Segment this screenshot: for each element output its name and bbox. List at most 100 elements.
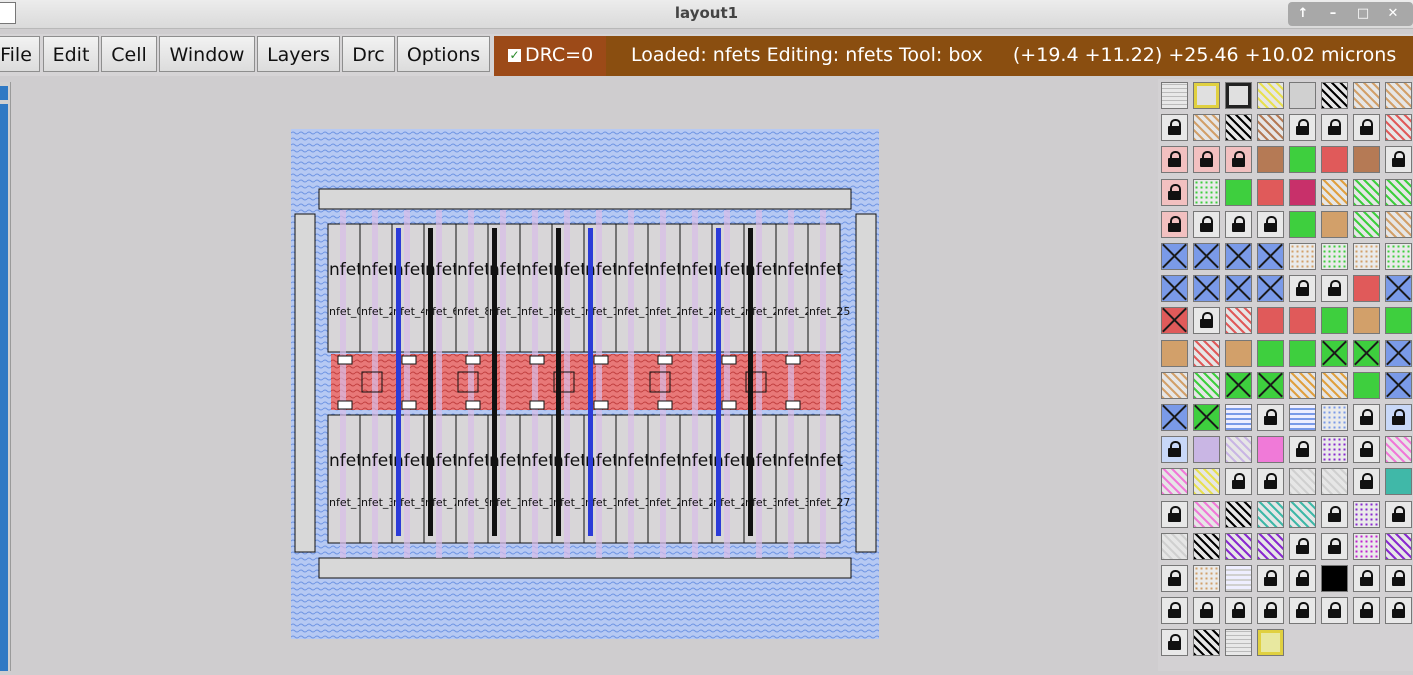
layer-swatch-gray-hatch[interactable]	[1289, 468, 1316, 496]
layer-swatch-gray-wave[interactable]	[1225, 565, 1252, 592]
layout-drawing[interactable]: nfetnfetnfet_0nfet_1nfetnfetnfet_2nfet_3…	[11, 82, 1156, 671]
layer-swatch-black-hatch[interactable]	[1225, 114, 1252, 142]
layer-swatch-tan-hatch[interactable]	[1385, 82, 1412, 109]
layer-swatch-green-dots[interactable]	[1321, 243, 1348, 270]
layer-swatch-tan-dots[interactable]	[1289, 243, 1316, 270]
scrollbar-thumb[interactable]	[0, 104, 8, 671]
menu-file[interactable]: File	[0, 36, 40, 72]
layer-swatch-lock-pink[interactable]	[1161, 210, 1188, 238]
layer-swatch-teal-hatch[interactable]	[1289, 500, 1316, 528]
layer-swatch-tan-dots[interactable]	[1353, 243, 1380, 270]
layer-swatch-x-green[interactable]	[1257, 371, 1284, 399]
layer-swatch-lock[interactable]	[1225, 468, 1252, 496]
layer-swatch-brown[interactable]	[1257, 146, 1284, 174]
layer-swatch-black-hatch[interactable]	[1321, 82, 1348, 109]
layer-swatch-pink[interactable]	[1257, 436, 1284, 464]
layer-swatch-x-green[interactable]	[1353, 339, 1380, 367]
layer-swatch-green-red[interactable]	[1225, 178, 1252, 206]
layer-swatch-red[interactable]	[1257, 307, 1284, 335]
layer-swatch-x-blue[interactable]	[1161, 275, 1188, 303]
layer-swatch-black-outline[interactable]	[1225, 82, 1252, 109]
layer-swatch-lock[interactable]	[1353, 436, 1380, 464]
layer-swatch-x-cyan[interactable]	[1225, 243, 1252, 270]
menu-drc[interactable]: Drc	[342, 36, 395, 72]
layer-swatch-green-brown[interactable]	[1289, 146, 1316, 174]
minimize-icon[interactable]: –	[1322, 5, 1344, 23]
layer-swatch-tan[interactable]	[1353, 307, 1380, 335]
layer-swatch-lock[interactable]	[1257, 404, 1284, 431]
layer-swatch-x-blue[interactable]	[1257, 275, 1284, 303]
layer-swatch-x-green[interactable]	[1193, 404, 1220, 431]
layer-swatch-yellow-hatch[interactable]	[1257, 82, 1284, 109]
layer-swatch-yellow-box[interactable]	[1257, 629, 1284, 657]
layer-swatch-blue-wave[interactable]	[1225, 404, 1252, 431]
vertical-scrollbar[interactable]	[0, 82, 11, 671]
layer-swatch-black-hatch[interactable]	[1193, 629, 1220, 657]
layer-swatch-lock[interactable]	[1289, 532, 1316, 560]
layer-swatch-red-hatch[interactable]	[1193, 339, 1220, 367]
layer-swatch-orange-hatch[interactable]	[1289, 371, 1316, 399]
layer-swatch-pink-hatch[interactable]	[1161, 468, 1188, 496]
layer-swatch-lock[interactable]	[1289, 565, 1316, 592]
layer-swatch-lock-pink[interactable]	[1161, 146, 1188, 174]
layer-swatch-brown-hatch[interactable]	[1257, 114, 1284, 142]
layer-swatch-lock[interactable]	[1193, 210, 1220, 238]
menu-layers[interactable]: Layers	[257, 36, 340, 72]
layer-swatch-x-blue[interactable]	[1225, 275, 1252, 303]
layer-swatch-red[interactable]	[1353, 275, 1380, 303]
raise-icon[interactable]: ↑	[1292, 5, 1314, 23]
layer-swatch-x-blue[interactable]	[1385, 371, 1412, 399]
layer-swatch-tan-hatch[interactable]	[1353, 82, 1380, 109]
layer-swatch-lock[interactable]	[1385, 500, 1412, 528]
layer-swatch-lock-blue[interactable]	[1385, 404, 1412, 431]
layer-swatch-green-hatch[interactable]	[1193, 371, 1220, 399]
layer-swatch-lock[interactable]	[1385, 597, 1412, 625]
menu-window[interactable]: Window	[159, 36, 255, 72]
layer-swatch-black[interactable]	[1321, 565, 1348, 592]
layer-swatch-purple-hatch[interactable]	[1257, 532, 1284, 560]
layer-swatch-x-red[interactable]	[1161, 307, 1188, 335]
layer-swatch-lock[interactable]	[1321, 532, 1348, 560]
layer-swatch-black-hatch[interactable]	[1193, 532, 1220, 560]
layer-swatch-green-hatch[interactable]	[1385, 178, 1412, 206]
layer-swatch-lilac[interactable]	[1193, 436, 1220, 464]
layer-swatch-tan-hatch[interactable]	[1193, 114, 1220, 142]
layer-swatch-gray-hatch[interactable]	[1161, 532, 1188, 560]
layer-swatch-green-dots[interactable]	[1385, 243, 1412, 270]
layer-swatch-lock[interactable]	[1193, 307, 1220, 335]
layer-swatch-lock[interactable]	[1161, 500, 1188, 528]
layer-swatch-red[interactable]	[1321, 146, 1348, 174]
layer-swatch-tan-hatch[interactable]	[1385, 210, 1412, 238]
layer-swatch-lock-pink[interactable]	[1225, 146, 1252, 174]
layer-swatch-grid[interactable]	[1161, 82, 1188, 109]
layer-swatch-lock[interactable]	[1321, 114, 1348, 142]
layer-swatch-green-hatch[interactable]	[1353, 210, 1380, 238]
layer-swatch-tan[interactable]	[1225, 339, 1252, 367]
layer-swatch-green[interactable]	[1353, 371, 1380, 399]
layer-swatch-lock[interactable]	[1353, 468, 1380, 496]
layer-swatch-green[interactable]	[1289, 339, 1316, 367]
layout-canvas[interactable]: nfet nfet nfet_0 nfet_1 nfet nfet nfet_2 nfet_3…	[11, 82, 1156, 671]
layer-swatch-lock-pink[interactable]	[1161, 178, 1188, 206]
layer-swatch-yellow-hatch[interactable]	[1193, 468, 1220, 496]
layer-swatch-green[interactable]	[1257, 339, 1284, 367]
layer-swatch-pink-hatch[interactable]	[1385, 436, 1412, 464]
layer-swatch-black-hatch[interactable]	[1225, 500, 1252, 528]
layer-swatch-lock-pink[interactable]	[1193, 146, 1220, 174]
layer-swatch-lock[interactable]	[1353, 114, 1380, 142]
layer-swatch-lock[interactable]	[1289, 114, 1316, 142]
menu-cell[interactable]: Cell	[101, 36, 157, 72]
layer-swatch-crimson[interactable]	[1289, 178, 1316, 206]
layer-swatch-lock[interactable]	[1257, 210, 1284, 238]
layer-swatch-orange-hatch[interactable]	[1321, 371, 1348, 399]
layer-swatch-lock[interactable]	[1321, 275, 1348, 303]
layer-swatch-purple-hatch[interactable]	[1385, 532, 1412, 560]
layer-swatch-green[interactable]	[1321, 307, 1348, 335]
layer-swatch-lock[interactable]	[1289, 275, 1316, 303]
layer-swatch-lock[interactable]	[1257, 468, 1284, 496]
layer-swatch-green[interactable]	[1385, 307, 1412, 335]
layer-swatch-lock[interactable]	[1385, 146, 1412, 174]
layer-swatch-blue-wave[interactable]	[1289, 404, 1316, 431]
layer-swatch-x-green[interactable]	[1225, 371, 1252, 399]
layer-swatch-lock-blue[interactable]	[1161, 436, 1188, 464]
